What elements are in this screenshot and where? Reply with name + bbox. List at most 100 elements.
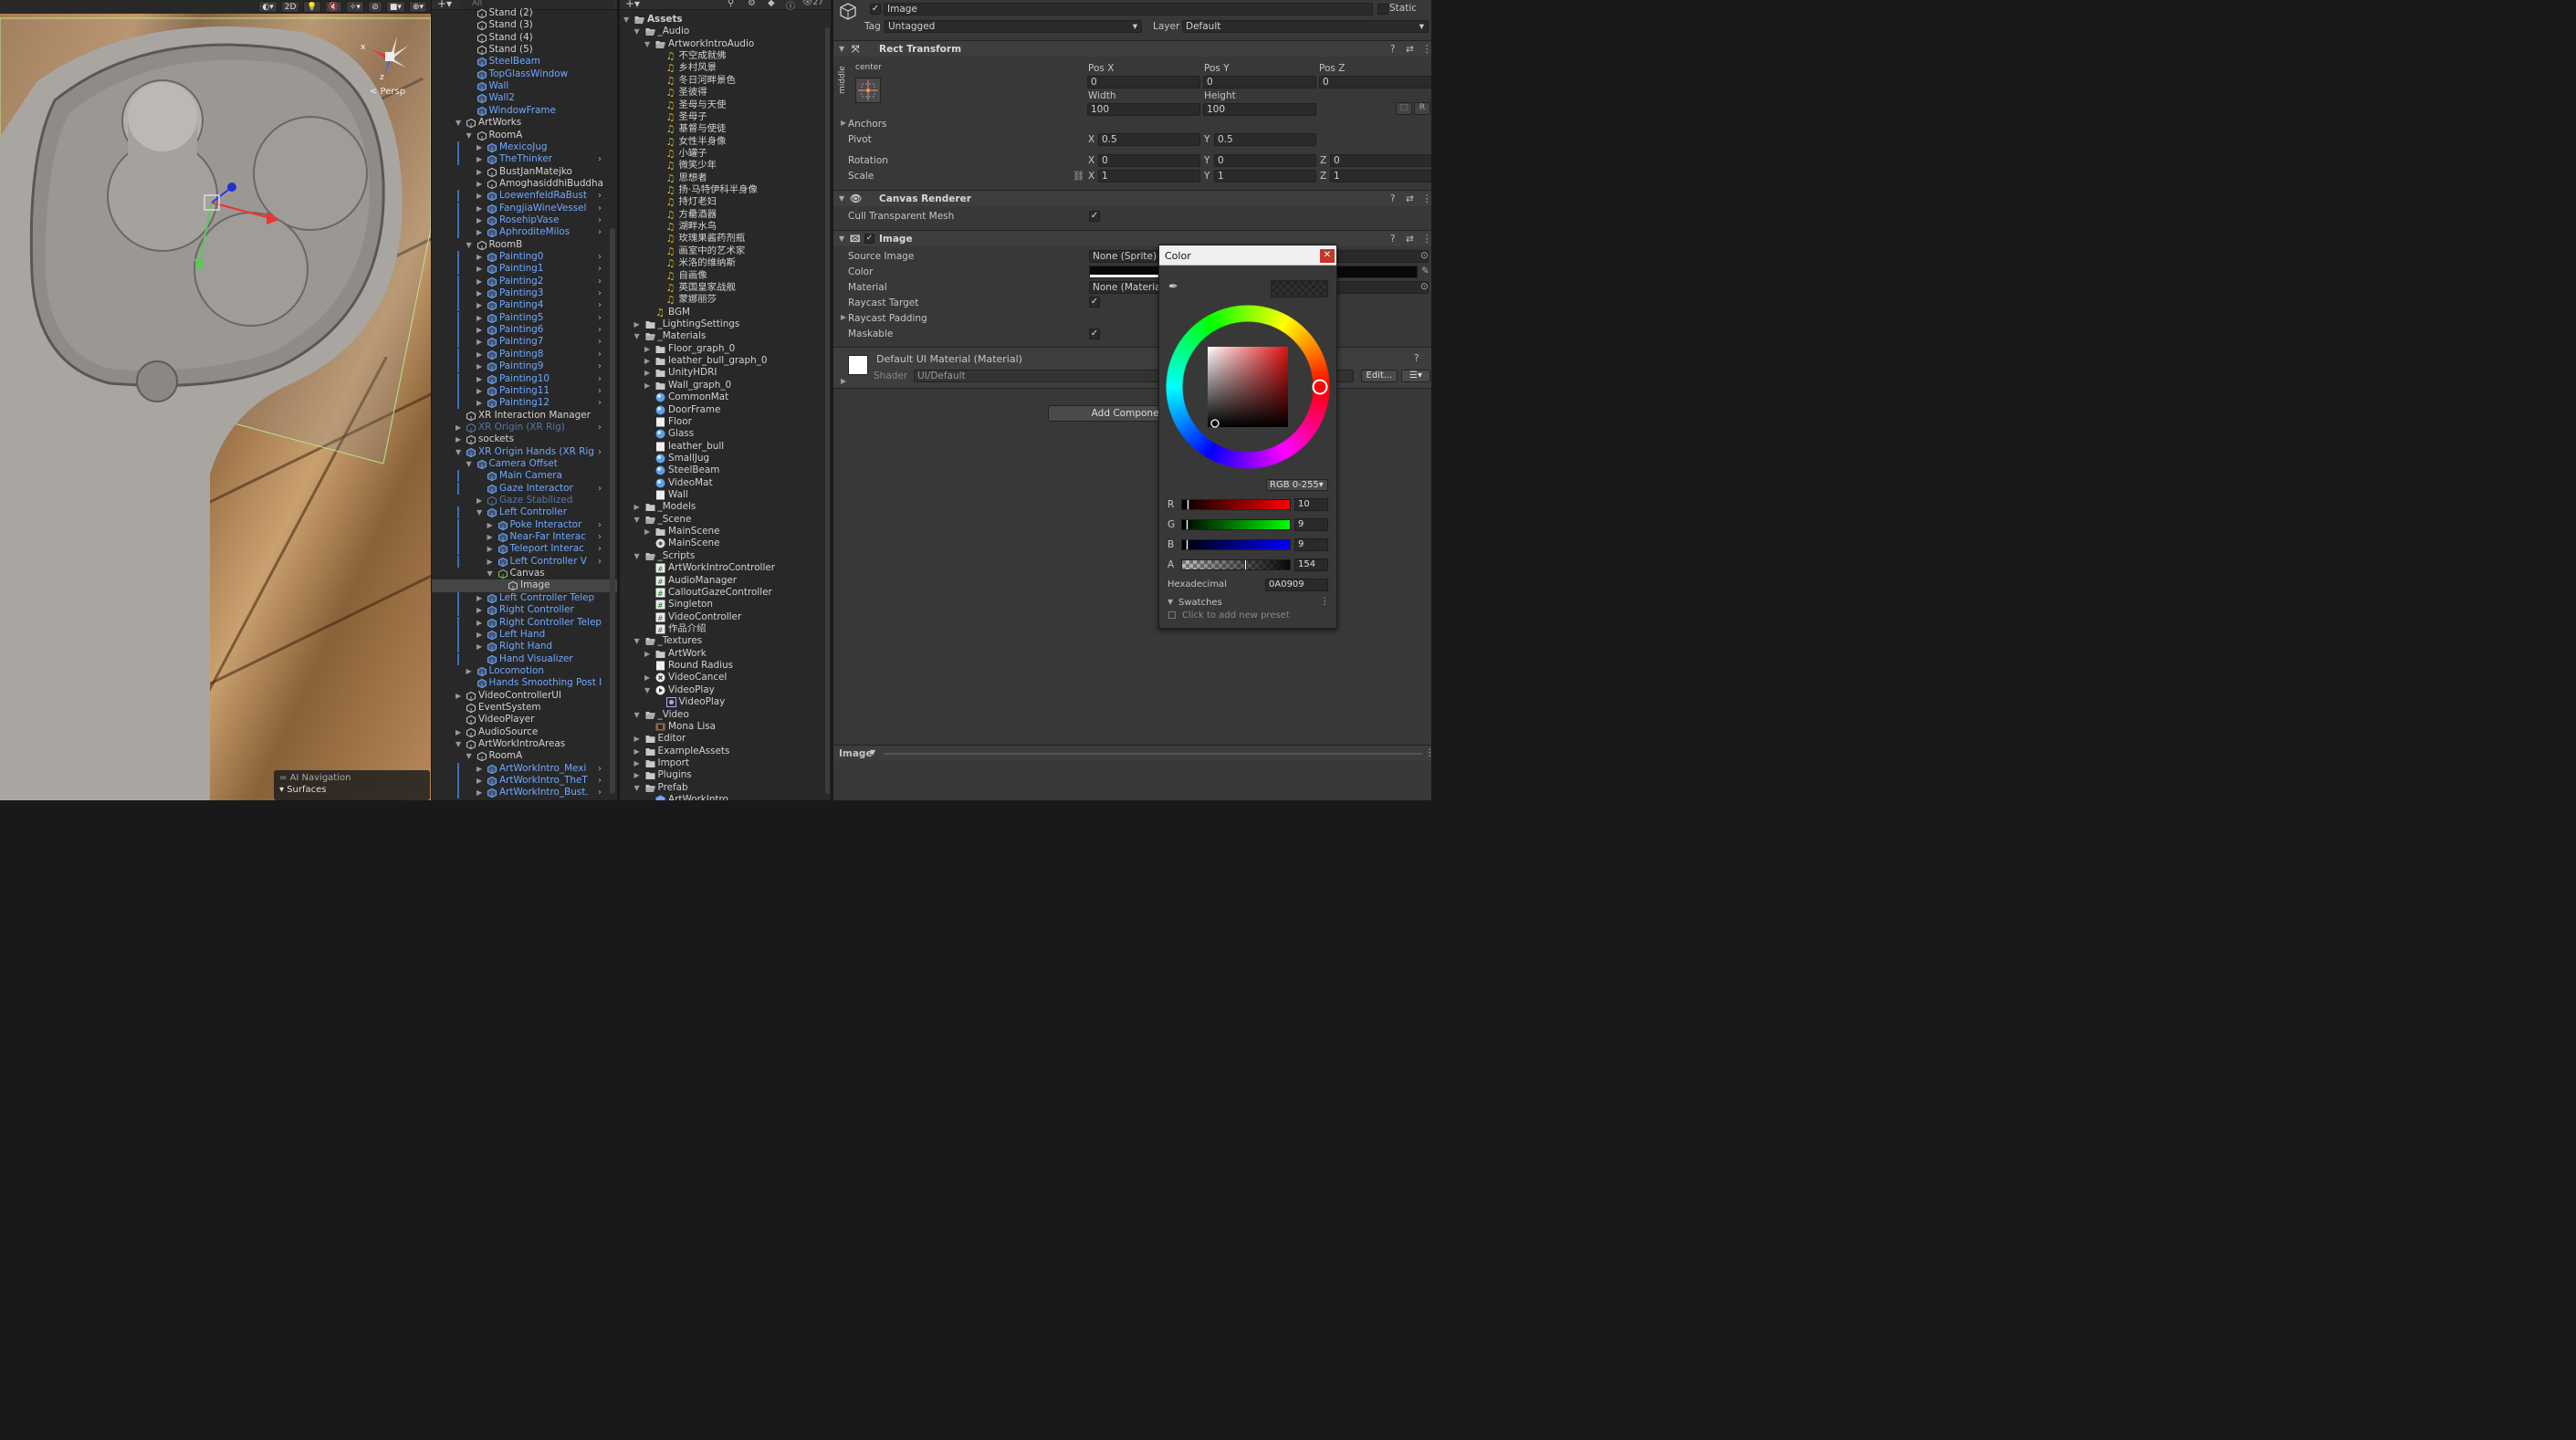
hierarchy-row[interactable]: ▶ AmoghasiddhiBuddha (432, 178, 617, 190)
project-row[interactable]: ♫ 英国皇家战舰 (620, 282, 825, 294)
maskable-checkbox[interactable]: ✓ (1089, 329, 1100, 339)
collapsed-arrow-icon[interactable]: ▶ (634, 769, 640, 781)
hierarchy-row[interactable]: ▼ XR Origin Hands (XR Rig › (432, 446, 617, 458)
effects-icon[interactable]: ✧▾ (345, 1, 364, 13)
overlay-surfaces-item[interactable]: ▾ Surfaces (279, 785, 424, 795)
project-row[interactable]: ▶ Plugins (620, 769, 825, 781)
hierarchy-row[interactable]: ▶ Painting8 › (432, 348, 617, 360)
hierarchy-row[interactable]: Gaze Interactor › (432, 482, 617, 495)
hierarchy-row[interactable]: ▶ BustJanMatejko (432, 166, 617, 178)
hierarchy-row[interactable]: TopGlassWindow (432, 68, 617, 80)
collapsed-arrow-icon[interactable]: ▶ (476, 153, 484, 165)
project-row[interactable]: ▼ _Scripts (620, 550, 825, 562)
controller-model[interactable] (0, 0, 431, 800)
object-picker-icon[interactable]: ⊙ (1420, 250, 1429, 261)
hierarchy-row[interactable]: ▶ Near-Far Interac › (432, 531, 617, 544)
collapsed-arrow-icon[interactable]: ▶ (476, 287, 484, 299)
collapsed-arrow-icon[interactable]: ▶ (456, 690, 463, 702)
draw-mode-button[interactable]: ◐▾ (258, 1, 277, 13)
hierarchy-row[interactable]: EventSystem (432, 702, 617, 714)
collapsed-arrow-icon[interactable]: ▶ (644, 367, 650, 379)
hierarchy-row[interactable]: ▼ Left Controller (432, 506, 617, 519)
project-row[interactable]: # AudioManager (620, 575, 825, 587)
collapsed-arrow-icon[interactable]: ▶ (476, 166, 484, 178)
project-row[interactable]: ♫ 乡村风景 (620, 62, 825, 74)
project-row[interactable]: ♫ BGM (620, 307, 825, 318)
scale-y-field[interactable]: 1 (1214, 170, 1316, 183)
project-row[interactable]: ▶ _Models (620, 501, 825, 513)
raycast-padding-arrow-icon[interactable]: ▶ (841, 313, 846, 321)
open-prefab-chevron-icon[interactable]: › (598, 251, 602, 263)
material-swatch[interactable] (848, 355, 868, 375)
hierarchy-row[interactable]: ▶ MexicoJug (432, 141, 617, 153)
project-row[interactable]: ♫ 圣母与天使 (620, 99, 825, 111)
collapsed-arrow-icon[interactable]: ▶ (634, 733, 640, 745)
expanded-arrow-icon[interactable]: ▼ (623, 14, 629, 26)
collapsed-arrow-icon[interactable]: ▶ (466, 665, 474, 677)
project-row[interactable]: # VideoController (620, 611, 825, 623)
collapse-arrow-icon[interactable]: ▼ (839, 191, 844, 207)
open-prefab-chevron-icon[interactable]: › (598, 763, 602, 775)
hierarchy-row[interactable]: ▶ FangjiaWineVessel › (432, 202, 617, 214)
open-prefab-chevron-icon[interactable]: › (598, 203, 602, 214)
collapsed-arrow-icon[interactable]: ▶ (634, 757, 640, 769)
collapsed-arrow-icon[interactable]: ▶ (476, 495, 484, 506)
project-row[interactable]: ♫ 自画像 (620, 270, 825, 282)
filter-icon[interactable]: ⚙ (748, 0, 756, 8)
material-picker-icon[interactable]: ⊙ (1420, 281, 1429, 292)
rect-transform-header[interactable]: ▼ ⤧ Rect Transform ? ⇄ ⋮ (833, 40, 1431, 57)
expanded-arrow-icon[interactable]: ▼ (634, 330, 640, 342)
project-row[interactable]: Floor (620, 416, 825, 428)
project-row[interactable]: ♫ 不空成就佛 (620, 50, 825, 62)
hierarchy-row[interactable]: ▶ Painting6 › (432, 324, 617, 337)
hierarchy-row[interactable]: Main Camera (432, 470, 617, 483)
expanded-arrow-icon[interactable]: ▼ (634, 782, 640, 794)
expanded-arrow-icon[interactable]: ▼ (466, 239, 474, 251)
component-menu-icon[interactable]: ⋮ (1422, 231, 1431, 247)
collapsed-arrow-icon[interactable]: ▶ (476, 263, 484, 275)
expanded-arrow-icon[interactable]: ▼ (476, 506, 484, 518)
project-row[interactable]: ♫ 持灯老妇 (620, 196, 825, 208)
project-row[interactable]: ♫ 湖畔水鸟 (620, 221, 825, 233)
collapsed-arrow-icon[interactable]: ▶ (476, 312, 484, 324)
slider-thumb[interactable] (1185, 519, 1189, 530)
a-field[interactable]: 154 (1294, 558, 1328, 571)
hierarchy-row[interactable]: ▶ Teleport Interac › (432, 543, 617, 556)
rotation-y-field[interactable]: 0 (1214, 154, 1316, 167)
expanded-arrow-icon[interactable]: ▼ (634, 709, 640, 721)
collapsed-arrow-icon[interactable]: ▶ (476, 141, 484, 153)
open-prefab-chevron-icon[interactable]: › (598, 153, 602, 165)
project-row[interactable]: DoorFrame (620, 404, 825, 416)
hierarchy-row[interactable]: SteelBeam (432, 56, 617, 68)
posx-field[interactable]: 0 (1087, 76, 1200, 89)
expanded-arrow-icon[interactable]: ▼ (456, 446, 463, 458)
expanded-arrow-icon[interactable]: ▼ (634, 635, 640, 647)
close-icon[interactable]: ✕ (1320, 249, 1335, 263)
hierarchy-row[interactable]: ▼ Camera Offset (432, 458, 617, 470)
object-name-field[interactable]: Image (884, 3, 1373, 16)
project-row[interactable]: # 作品介绍 (620, 623, 825, 635)
hierarchy-row[interactable]: Stand (2) (432, 7, 617, 19)
height-field[interactable]: 100 (1203, 103, 1316, 116)
collapsed-arrow-icon[interactable]: ▶ (476, 276, 484, 287)
hierarchy-row[interactable]: ▶ ArtWorkIntro_Bust. › (432, 787, 617, 799)
open-prefab-chevron-icon[interactable]: › (598, 483, 602, 495)
collapsed-arrow-icon[interactable]: ▶ (476, 617, 484, 629)
project-row[interactable]: ▶ VideoCancel (620, 672, 825, 683)
eyedropper-icon[interactable]: ✒ (1168, 280, 1178, 294)
project-row[interactable]: ♫ 方罍酒器 (620, 209, 825, 221)
swatches-arrow-icon[interactable]: ▼ (1168, 598, 1173, 606)
open-prefab-chevron-icon[interactable]: › (598, 276, 602, 287)
g-slider[interactable] (1181, 519, 1291, 530)
open-prefab-chevron-icon[interactable]: › (598, 787, 602, 798)
color-picker-window[interactable]: Color ✕ ✒ RGB 0-255▾ R 10 G 9 B 9 A 154 … (1158, 245, 1337, 629)
hierarchy-row[interactable]: Stand (4) (432, 32, 617, 44)
hierarchy-row[interactable]: Stand (5) (432, 44, 617, 56)
canvas-renderer-header[interactable]: ▼ 👁 Canvas Renderer ? ⇄ ⋮ (833, 190, 1431, 206)
open-prefab-chevron-icon[interactable]: › (598, 312, 602, 324)
hierarchy-row[interactable]: ▶ Left Controller V › (432, 555, 617, 568)
slider-thumb[interactable] (1185, 539, 1189, 550)
hierarchy-row[interactable]: ▶ Right Controller Telep (432, 616, 617, 629)
project-row[interactable]: SteelBeam (620, 464, 825, 476)
ai-navigation-overlay[interactable]: = AI Navigation ▾ Surfaces (274, 770, 430, 800)
